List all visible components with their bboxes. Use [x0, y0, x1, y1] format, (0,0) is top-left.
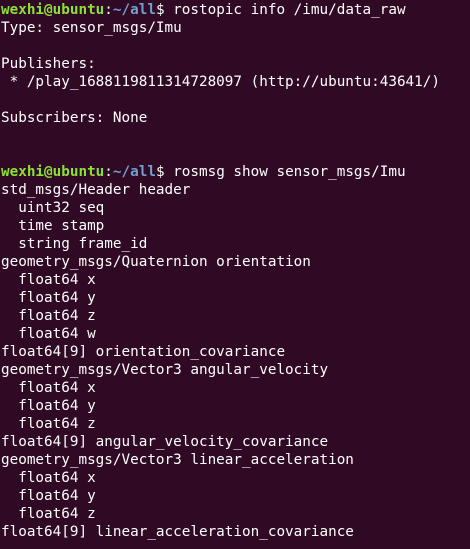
output-line: std_msgs/Header header: [1, 182, 191, 198]
prompt-user-host: wexhi@ubuntu: [1, 164, 105, 180]
command-line: wexhi@ubuntu:~/all$ rosmsg show sensor_m…: [0, 163, 470, 181]
output-line: float64 y: [1, 398, 96, 414]
output-line: float64 y: [1, 488, 96, 504]
output-line: string frame_id: [1, 236, 148, 252]
output-line: float64 x: [1, 380, 96, 396]
prompt-cwd: ~/all: [112, 164, 156, 180]
output-line: float64 x: [1, 272, 96, 288]
output-line: Publishers:: [1, 56, 96, 72]
prompt-cwd: ~/all: [112, 2, 156, 18]
output-line: float64 w: [1, 326, 96, 342]
prompt-user-host: wexhi@ubuntu: [1, 2, 105, 18]
prompt-symbol: $: [155, 2, 165, 18]
output-line: * /play_1688119811314728097 (http://ubun…: [1, 74, 440, 90]
command-line: wexhi@ubuntu:~/all$ rostopic info /imu/d…: [0, 1, 470, 19]
prompt-symbol: $: [155, 164, 165, 180]
prompt-separator: :: [104, 164, 113, 180]
output-line: time stamp: [1, 218, 105, 234]
output-line: geometry_msgs/Vector3 linear_acceleratio…: [1, 452, 354, 468]
command-text: rostopic info /imu/data_raw: [173, 2, 406, 18]
output-line: uint32 seq: [1, 200, 105, 216]
output-line: float64 z: [1, 416, 96, 432]
output-line: geometry_msgs/Quaternion orientation: [1, 254, 311, 270]
output-line: float64[9] angular_velocity_covariance: [1, 434, 329, 450]
output-line: Subscribers: None: [1, 110, 148, 126]
output-line: geometry_msgs/Vector3 angular_velocity: [1, 362, 329, 378]
output-line: float64[9] orientation_covariance: [1, 344, 286, 360]
terminal-output[interactable]: wexhi@ubuntu:~/all$ rostopic info /imu/d…: [0, 1, 470, 541]
output-line: float64 y: [1, 290, 96, 306]
output-line: Type: sensor_msgs/Imu: [1, 20, 182, 36]
command-text: rosmsg show sensor_msgs/Imu: [173, 164, 406, 180]
output-line: float64 x: [1, 470, 96, 486]
output-line: float64 z: [1, 308, 96, 324]
prompt-separator: :: [104, 2, 113, 18]
output-line: float64 z: [1, 506, 96, 522]
output-line: float64[9] linear_acceleration_covarianc…: [1, 524, 354, 540]
